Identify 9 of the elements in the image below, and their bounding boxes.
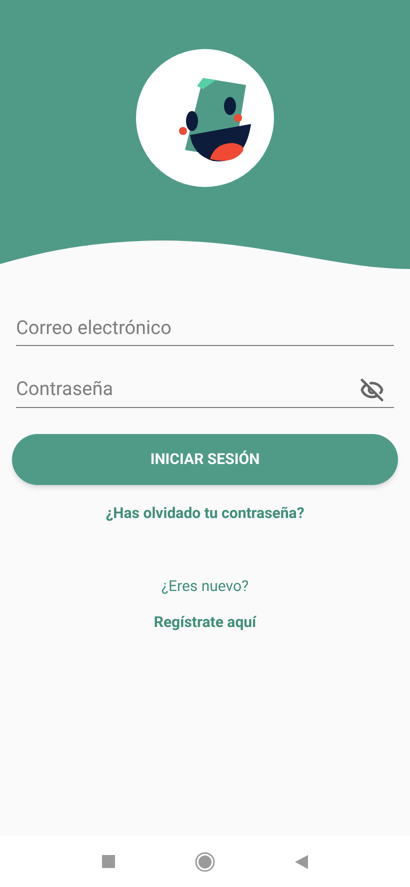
back-icon[interactable]	[295, 854, 308, 868]
password-field[interactable]: Contraseña	[16, 375, 360, 404]
login-button[interactable]: INICIAR SESIÓN	[12, 434, 398, 485]
home-icon[interactable]	[195, 852, 215, 872]
new-user-text: ¿Eres nuevo?	[161, 576, 249, 596]
email-field[interactable]: Correo electrónico	[16, 310, 394, 346]
eye-off-icon[interactable]	[360, 378, 384, 402]
forgot-password-link[interactable]: ¿Has olvidado tu contraseña?	[106, 502, 304, 524]
register-link[interactable]: Regístrate aquí	[154, 611, 256, 634]
